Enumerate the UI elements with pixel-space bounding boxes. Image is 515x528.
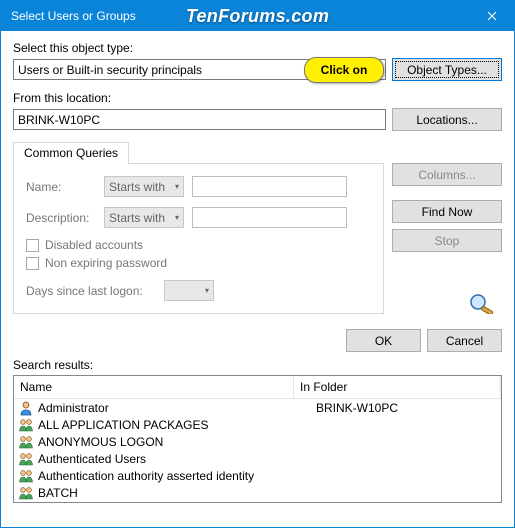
result-name: ALL APPLICATION PACKAGES [38, 418, 312, 432]
stop-button[interactable]: Stop [392, 229, 502, 252]
common-queries-panel: Name: Starts with ▾ Description: Starts … [13, 163, 384, 314]
description-match-combo[interactable]: Starts with ▾ [104, 207, 184, 228]
callout-annotation: Click on [304, 57, 384, 83]
group-icon [18, 434, 34, 450]
ok-button[interactable]: OK [346, 329, 421, 352]
user-icon [18, 502, 34, 503]
chevron-down-icon: ▾ [205, 286, 209, 295]
name-match-value: Starts with [109, 180, 165, 194]
results-body[interactable]: Administrator BRINK-W10PC ALL APPLICATION … [14, 399, 501, 502]
results-row[interactable]: BATCH [14, 484, 501, 501]
group-icon [18, 417, 34, 433]
results-row[interactable]: ANONYMOUS LOGON [14, 433, 501, 450]
name-filter-label: Name: [26, 180, 96, 194]
results-header: Name In Folder [14, 376, 501, 399]
object-type-label: Select this object type: [13, 41, 502, 55]
search-results-list: Name In Folder AdministratorBRINK-W10PCA… [13, 375, 502, 503]
search-results-label: Search results: [13, 358, 502, 372]
user-icon [18, 400, 34, 416]
results-row[interactable]: Authentication authority asserted identi… [14, 467, 501, 484]
dialog-content: Select this object type: Object Types...… [1, 31, 514, 513]
result-folder: BRINK-W10PC [316, 401, 501, 415]
tab-common-queries[interactable]: Common Queries [13, 142, 129, 164]
results-row[interactable]: ALL APPLICATION PACKAGES [14, 416, 501, 433]
group-icon [18, 468, 34, 484]
location-field[interactable] [13, 109, 386, 130]
name-filter-input[interactable] [192, 176, 347, 197]
result-name: ANONYMOUS LOGON [38, 435, 312, 449]
non-expiring-checkbox[interactable] [26, 257, 39, 270]
magnifier-icon [468, 292, 498, 317]
description-match-value: Starts with [109, 211, 165, 225]
close-icon [487, 11, 497, 21]
name-match-combo[interactable]: Starts with ▾ [104, 176, 184, 197]
locations-button[interactable]: Locations... [392, 108, 502, 131]
title-bar: Select Users or Groups TenForums.com [1, 1, 514, 31]
column-header-folder[interactable]: In Folder [294, 376, 501, 398]
results-row[interactable]: Brink2BRINK-W10PC [14, 501, 501, 502]
columns-button[interactable]: Columns... [392, 163, 502, 186]
result-name: BATCH [38, 486, 312, 500]
days-since-logon-combo[interactable]: ▾ [164, 280, 214, 301]
non-expiring-label: Non expiring password [45, 256, 167, 270]
window-title: Select Users or Groups [11, 9, 136, 23]
group-icon [18, 451, 34, 467]
callout-text: Click on [321, 63, 368, 77]
description-filter-label: Description: [26, 211, 96, 225]
result-name: Authentication authority asserted identi… [38, 469, 312, 483]
query-side-buttons: Columns... Find Now Stop [384, 163, 502, 317]
column-header-name[interactable]: Name [14, 376, 294, 398]
result-name: Authenticated Users [38, 452, 312, 466]
chevron-down-icon: ▾ [175, 182, 179, 191]
chevron-down-icon: ▾ [175, 213, 179, 222]
from-location-label: From this location: [13, 91, 502, 105]
tabs: Common Queries Name: Starts with ▾ Descr… [13, 141, 502, 317]
close-button[interactable] [469, 1, 514, 31]
object-types-button[interactable]: Object Types... [392, 58, 502, 81]
disabled-accounts-checkbox[interactable] [26, 239, 39, 252]
cancel-button[interactable]: Cancel [427, 329, 502, 352]
group-icon [18, 485, 34, 501]
result-name: Administrator [38, 401, 312, 415]
results-row[interactable]: Administrator BRINK-W10PC [14, 399, 501, 416]
watermark-text: TenForums.com [186, 6, 329, 27]
description-filter-input[interactable] [192, 207, 347, 228]
disabled-accounts-label: Disabled accounts [45, 238, 143, 252]
results-row[interactable]: Authenticated Users [14, 450, 501, 467]
find-now-button[interactable]: Find Now [392, 200, 502, 223]
days-since-logon-label: Days since last logon: [26, 284, 156, 298]
